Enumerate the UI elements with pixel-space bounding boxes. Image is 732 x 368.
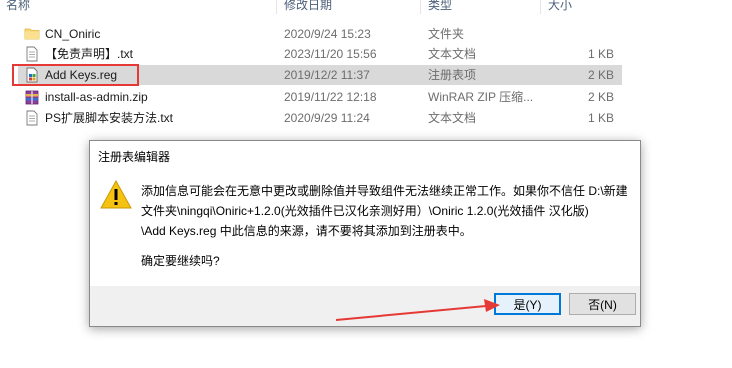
registry-editor-dialog: 注册表编辑器 添加信息可能会在无意中更改或删除值并导致组件无法继续正常工作。如果…: [89, 140, 641, 327]
file-size: 1 KB: [587, 111, 614, 125]
explorer-window: 名称 修改日期 类型 大小 CN_Oniric 2020/9/24 15:23 …: [0, 0, 732, 368]
file-name: PS扩展脚本安装方法.txt: [45, 111, 174, 125]
text-file-icon: [24, 46, 40, 62]
file-date: 2019/11/22 12:18: [284, 90, 377, 104]
file-size: 1 KB: [587, 47, 614, 61]
dialog-message-line: 文件夹\ningqi\Oniric+1.2.0(光效插件已汉化亲测好用）\Oni…: [141, 204, 589, 218]
file-type: 文本文档: [428, 47, 477, 61]
file-date: 2019/12/2 11:37: [284, 68, 370, 82]
file-date: 2020/9/29 11:24: [284, 111, 370, 125]
column-date-header[interactable]: 修改日期: [284, 0, 332, 12]
annotation-highlight-box: [12, 64, 139, 86]
file-size: 2 KB: [587, 68, 614, 82]
dialog-message: 添加信息可能会在无意中更改或删除值并导致组件无法继续正常工作。如果你不信任 D:…: [141, 181, 628, 241]
column-name-header[interactable]: 名称: [6, 0, 30, 12]
column-divider[interactable]: [540, 0, 541, 14]
column-type-header[interactable]: 类型: [428, 0, 452, 12]
zip-archive-icon: [24, 89, 40, 105]
file-date: 2020/9/24 15:23: [284, 27, 371, 41]
file-size: 2 KB: [587, 90, 614, 104]
column-size-header[interactable]: 大小: [548, 0, 572, 12]
yes-button[interactable]: 是(Y): [494, 293, 561, 315]
dialog-message-line: \Add Keys.reg 中此信息的来源，请不要将其添加到注册表中。: [141, 224, 472, 238]
dialog-title: 注册表编辑器: [98, 150, 171, 164]
folder-icon: [24, 26, 40, 42]
text-file-icon: [24, 110, 40, 126]
file-row[interactable]: CN_Oniric 2020/9/24 15:23 文件夹: [18, 24, 622, 44]
no-button[interactable]: 否(N): [569, 293, 636, 315]
file-name: 【免责声明】.txt: [45, 47, 134, 61]
dialog-question: 确定要继续吗?: [141, 254, 220, 268]
warning-icon: [100, 179, 132, 211]
file-type: 文本文档: [428, 111, 477, 125]
file-type: 注册表项: [428, 68, 477, 82]
file-row[interactable]: PS扩展脚本安装方法.txt 2020/9/29 11:24 文本文档 1 KB: [18, 108, 622, 128]
file-type: 文件夹: [428, 27, 465, 41]
file-row[interactable]: install-as-admin.zip 2019/11/22 12:18 Wi…: [18, 87, 622, 107]
file-name: install-as-admin.zip: [45, 90, 148, 104]
dialog-message-line: 添加信息可能会在无意中更改或删除值并导致组件无法继续正常工作。如果你不信任 D:…: [141, 184, 628, 198]
column-header: 名称 修改日期 类型 大小: [0, 0, 622, 14]
file-row[interactable]: 【免责声明】.txt 2023/11/20 15:56 文本文档 1 KB: [18, 44, 622, 64]
column-divider[interactable]: [276, 0, 277, 14]
file-name: CN_Oniric: [45, 27, 101, 41]
file-date: 2023/11/20 15:56: [284, 47, 377, 61]
column-divider[interactable]: [420, 0, 421, 14]
file-type: WinRAR ZIP 压缩...: [428, 90, 534, 104]
